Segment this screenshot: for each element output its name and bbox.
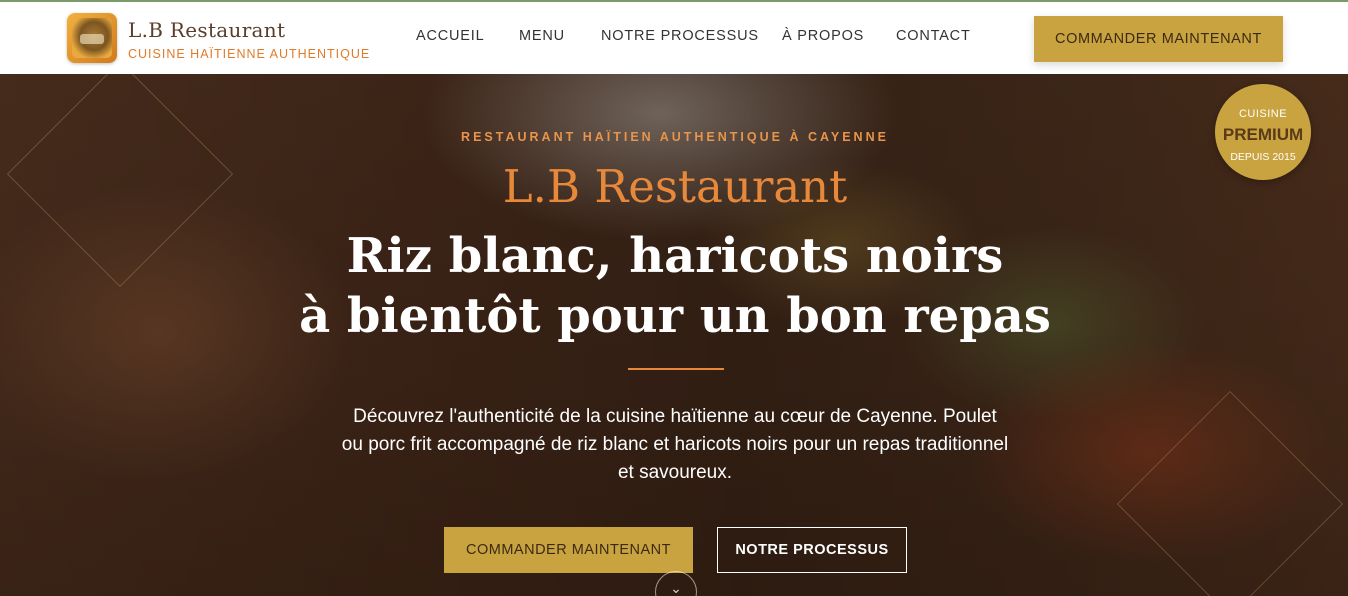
hero-kicker: RESTAURANT HAÏTIEN AUTHENTIQUE À CAYENNE [461,130,889,144]
logo-picture [72,18,112,58]
hero-description: Découvrez l'authenticité de la cuisine h… [341,406,1009,483]
logo-image[interactable] [67,13,117,63]
hero-title-line2: à bientôt pour un bon repas [299,288,1051,344]
nav-item-accueil[interactable]: ACCUEIL [416,28,484,44]
order-now-button[interactable]: COMMANDER MAINTENANT [444,527,693,573]
hero-title: Riz blanc, haricots noirs à bientôt pour… [0,226,1348,346]
hero-divider [628,368,724,370]
site-header: L.B Restaurant CUISINE HAÏTIENNE AUTHENT… [0,0,1348,74]
nav-item-a-propos[interactable]: À PROPOS [782,28,864,44]
brand-tagline: CUISINE HAÏTIENNE AUTHENTIQUE [128,47,371,61]
nav-item-contact[interactable]: CONTACT [896,28,971,44]
nav-item-menu[interactable]: MENU [519,28,565,44]
brand-name[interactable]: L.B Restaurant [128,18,285,42]
badge-line1: CUISINE [1238,108,1288,120]
hero-brand-title: L.B Restaurant [502,160,848,213]
order-now-header-button[interactable]: COMMANDER MAINTENANT [1034,16,1283,62]
nav-item-processus[interactable]: NOTRE PROCESSUS [601,28,759,44]
our-process-button[interactable]: NOTRE PROCESSUS [717,527,907,573]
hero-title-line1: Riz blanc, haricots noirs [346,228,1004,284]
